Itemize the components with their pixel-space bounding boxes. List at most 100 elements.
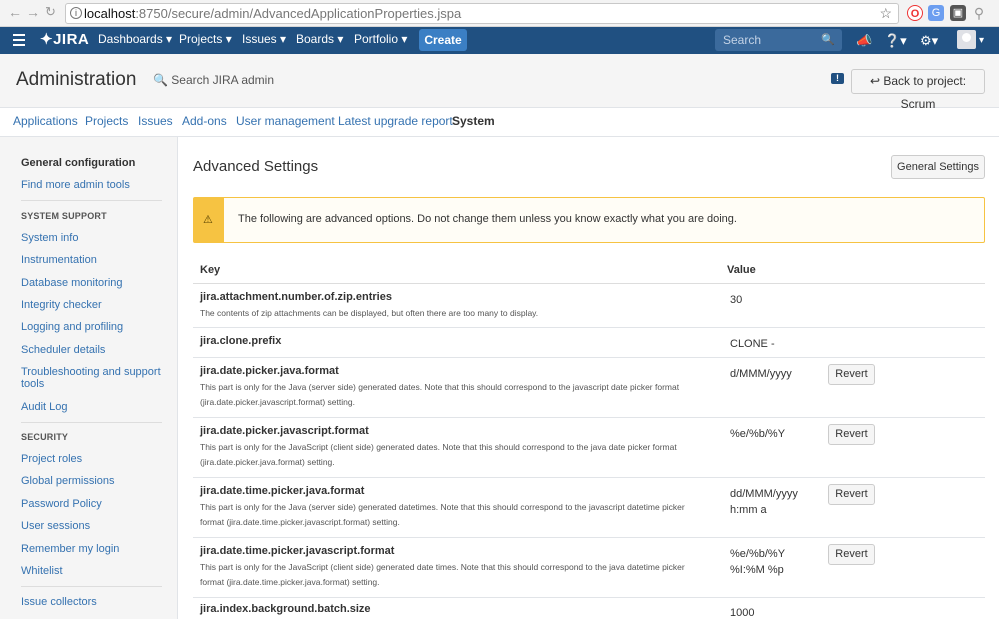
setting-value-line2[interactable]: %I:%M %p: [730, 562, 784, 578]
forward-arrow-icon[interactable]: →: [26, 4, 40, 20]
setting-value[interactable]: d/MMM/yyyy: [730, 366, 792, 382]
sidebar-item-issue-collectors[interactable]: Issue collectors: [21, 596, 97, 608]
sidebar-divider: [21, 200, 162, 201]
sidebar-item-system-info[interactable]: System info: [21, 232, 78, 244]
browser-toolbar: ← → ↻ i localhost:8750/secure/admin/Adva…: [0, 0, 999, 27]
setting-description: This part is only for the JavaScript (cl…: [200, 442, 677, 452]
setting-key: jira.date.picker.javascript.format: [200, 425, 369, 437]
sidebar-find-more-admin-tools[interactable]: Find more admin tools: [21, 179, 130, 191]
sidebar-divider: [21, 422, 162, 423]
column-header-value: Value: [727, 264, 756, 276]
search-placeholder: Search: [723, 33, 762, 47]
opera-extension-icon[interactable]: O: [907, 5, 923, 21]
sidebar-section-system-support: SYSTEM SUPPORT: [21, 211, 107, 221]
setting-description: The contents of zip attachments can be d…: [200, 308, 539, 318]
table-row: jira.date.picker.javascript.format This …: [193, 418, 985, 478]
admin-search[interactable]: 🔍 Search JIRA admin: [153, 73, 274, 87]
main-content: Advanced Settings General Settings ⚠ The…: [178, 137, 999, 619]
settings-gear-icon[interactable]: ⚙▾: [920, 27, 938, 54]
search-icon: 🔍: [153, 73, 168, 87]
sidebar-item-logging-and-profiling[interactable]: Logging and profiling: [21, 321, 123, 333]
sidebar-item-audit-log[interactable]: Audit Log: [21, 401, 67, 413]
page-title: Advanced Settings: [193, 158, 319, 175]
sidebar-item-global-permissions[interactable]: Global permissions: [21, 475, 115, 487]
setting-key: jira.date.time.picker.java.format: [200, 485, 365, 497]
search-input[interactable]: Search 🔍: [715, 29, 842, 51]
create-button[interactable]: Create: [419, 29, 467, 51]
chevron-down-icon[interactable]: ▾: [979, 27, 984, 54]
sidebar-item-user-sessions[interactable]: User sessions: [21, 520, 90, 532]
setting-description: format (jira.date.time.picker.java.forma…: [200, 577, 380, 587]
setting-value-line2[interactable]: h:mm a: [730, 502, 767, 518]
help-icon[interactable]: ❔▾: [884, 27, 907, 54]
menu-boards[interactable]: Boards ▾: [296, 27, 343, 54]
setting-description: This part is only for the Java (server s…: [200, 382, 680, 392]
sidebar-item-database-monitoring[interactable]: Database monitoring: [21, 277, 123, 289]
screen-extension-icon[interactable]: ▣: [950, 5, 966, 21]
megaphone-icon[interactable]: 📣: [856, 27, 872, 54]
table-row: jira.date.time.picker.javascript.format …: [193, 538, 985, 598]
tab-latest-upgrade-report[interactable]: Latest upgrade report: [338, 114, 453, 128]
setting-key: jira.date.picker.java.format: [200, 365, 339, 377]
setting-value[interactable]: dd/MMM/yyyy: [730, 486, 798, 502]
revert-button[interactable]: Revert: [828, 544, 875, 565]
logo-text: JIRA: [53, 31, 90, 48]
bookmark-star-icon[interactable]: ☆: [879, 4, 892, 23]
sidebar-item-remember-my-login[interactable]: Remember my login: [21, 543, 119, 555]
revert-button[interactable]: Revert: [828, 484, 875, 505]
setting-value[interactable]: CLONE -: [730, 336, 775, 352]
sidebar-item-whitelist[interactable]: Whitelist: [21, 565, 63, 577]
jira-logo[interactable]: ✦JIRA: [40, 27, 89, 54]
setting-key: jira.attachment.number.of.zip.entries: [200, 291, 392, 303]
address-bar[interactable]: i localhost:8750/secure/admin/AdvancedAp…: [65, 3, 899, 24]
sidebar-item-instrumentation[interactable]: Instrumentation: [21, 254, 97, 266]
info-icon[interactable]: i: [70, 7, 82, 19]
tab-system[interactable]: System: [452, 114, 495, 128]
revert-button[interactable]: Revert: [828, 364, 875, 385]
setting-value[interactable]: 30: [730, 292, 742, 308]
menu-issues[interactable]: Issues ▾: [242, 27, 286, 54]
menu-dashboards[interactable]: Dashboards ▾: [98, 27, 172, 54]
back-arrow-icon[interactable]: ←: [8, 4, 22, 20]
sidebar-item-troubleshooting[interactable]: Troubleshooting and support: [21, 366, 161, 378]
menu-projects[interactable]: Projects ▾: [179, 27, 232, 54]
pin-extension-icon[interactable]: ⚲: [971, 5, 987, 21]
admin-header: Administration 🔍 Search JIRA admin ! ↩ B…: [0, 54, 999, 111]
sidebar-general-configuration[interactable]: General configuration: [21, 157, 135, 169]
admin-title: Administration: [16, 69, 137, 90]
search-icon[interactable]: 🔍: [821, 29, 835, 51]
sidebar-item-password-policy[interactable]: Password Policy: [21, 498, 102, 510]
table-row: jira.date.time.picker.java.format This p…: [193, 478, 985, 538]
warning-icon: ⚠: [203, 214, 213, 226]
feedback-icon[interactable]: !: [831, 73, 844, 84]
translate-extension-icon[interactable]: G: [928, 5, 944, 21]
admin-search-label: Search JIRA admin: [171, 73, 275, 87]
setting-value[interactable]: %e/%b/%Y: [730, 546, 785, 562]
tab-user-management[interactable]: User management: [236, 114, 335, 128]
revert-button[interactable]: Revert: [828, 424, 875, 445]
tab-issues[interactable]: Issues: [138, 114, 173, 128]
setting-key: jira.clone.prefix: [200, 335, 282, 347]
user-avatar[interactable]: [957, 30, 976, 49]
setting-value[interactable]: %e/%b/%Y: [730, 426, 785, 442]
sidebar-divider: [21, 586, 162, 587]
tab-add-ons[interactable]: Add-ons: [182, 114, 227, 128]
table-row: jira.date.picker.java.format This part i…: [193, 358, 985, 418]
menu-portfolio[interactable]: Portfolio ▾: [354, 27, 407, 54]
setting-description: This part is only for the JavaScript (cl…: [200, 562, 685, 572]
sidebar-item-project-roles[interactable]: Project roles: [21, 453, 82, 465]
tab-projects[interactable]: Projects: [85, 114, 128, 128]
app-switcher-icon[interactable]: [13, 34, 25, 49]
tab-applications[interactable]: Applications: [13, 114, 78, 128]
sidebar-item-scheduler-details[interactable]: Scheduler details: [21, 344, 105, 356]
warning-text: The following are advanced options. Do n…: [238, 213, 737, 225]
sidebar-item-troubleshooting-cont[interactable]: tools: [21, 378, 44, 390]
back-to-project-button[interactable]: ↩ Back to project: Scrum: [851, 69, 985, 111]
back-arrow-icon: ↩: [869, 74, 880, 88]
sidebar-item-integrity-checker[interactable]: Integrity checker: [21, 299, 102, 311]
sidebar-section-security: SECURITY: [21, 432, 69, 442]
general-settings-button[interactable]: General Settings: [891, 155, 985, 179]
table-row: jira.attachment.number.of.zip.entries Th…: [193, 284, 985, 328]
reload-icon[interactable]: ↻: [45, 4, 56, 20]
setting-description: This part is only for the Java (server s…: [200, 502, 685, 512]
